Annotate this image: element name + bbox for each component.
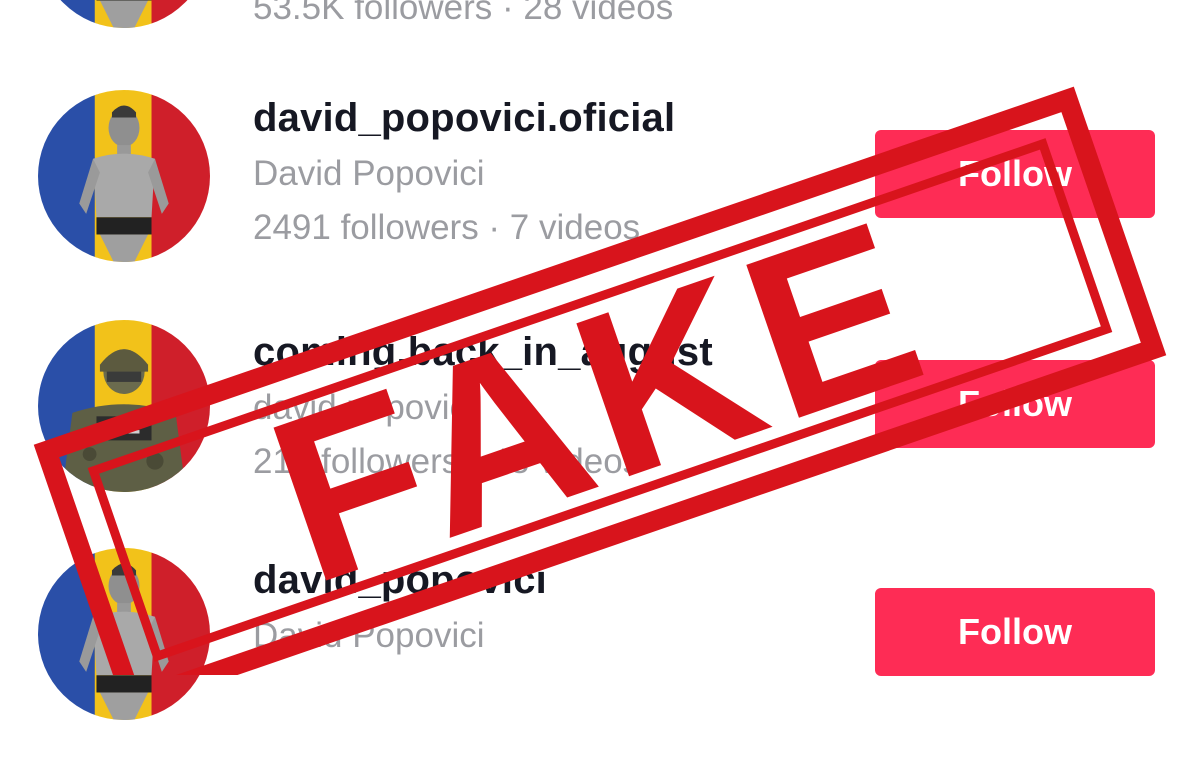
follow-button[interactable]: Follow [875,130,1155,218]
account-row[interactable]: david_popovici David Popovici Follow [0,548,1200,768]
search-results-list: 53.5K followers · 28 videos david_popovi… [0,0,1200,720]
follow-button[interactable]: Follow [875,588,1155,676]
account-display-name: David Popovici [253,154,485,193]
account-display-name: David Popovici [253,616,485,655]
account-username[interactable]: coming.back_in_august [253,330,713,375]
account-stats: 53.5K followers · 28 videos [253,0,674,27]
account-display-name: david popovici [253,388,475,427]
account-row[interactable]: 53.5K followers · 28 videos [0,0,1200,100]
swimmer-flag-avatar-icon[interactable] [38,0,210,28]
soldier-flag-avatar-icon[interactable] [38,320,210,492]
swimmer-flag-avatar-icon[interactable] [38,90,210,262]
account-username[interactable]: david_popovici [253,558,547,603]
follow-button[interactable]: Follow [875,360,1155,448]
swimmer-flag-avatar-icon[interactable] [38,548,210,720]
account-stats: 2491 followers · 7 videos [253,208,641,247]
account-stats: 218 followers · 48 videos [253,442,641,481]
account-username[interactable]: david_popovici.oficial [253,96,675,141]
account-row[interactable]: coming.back_in_august david popovici 218… [0,320,1200,540]
account-row[interactable]: david_popovici.oficial David Popovici 24… [0,90,1200,310]
